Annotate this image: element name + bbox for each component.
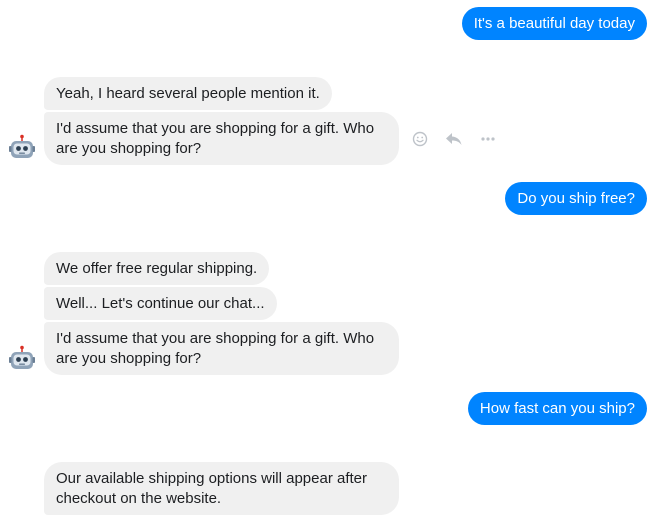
incoming-message[interactable]: Well... Let's continue our chat... bbox=[44, 287, 277, 320]
outgoing-message[interactable]: Do you ship free? bbox=[505, 182, 647, 215]
reply-arrow-icon bbox=[446, 133, 462, 145]
outgoing-message[interactable]: It's a beautiful day today bbox=[461, 7, 647, 40]
more-button[interactable] bbox=[476, 127, 500, 151]
robot-icon bbox=[9, 134, 35, 158]
incoming-message[interactable]: We offer free regular shipping. bbox=[44, 252, 270, 285]
more-dots-icon bbox=[481, 137, 495, 141]
incoming-message[interactable]: Our available shipping options will appe… bbox=[44, 462, 399, 515]
message-actions bbox=[408, 127, 510, 151]
incoming-message[interactable]: Yeah, I heard several people mention it. bbox=[44, 77, 332, 110]
bot-avatar bbox=[8, 134, 36, 162]
incoming-message[interactable]: I'd assume that you are shopping for a g… bbox=[44, 322, 399, 375]
incoming-message[interactable]: I'd assume that you are shopping for a g… bbox=[44, 112, 399, 165]
bot-avatar bbox=[8, 345, 36, 373]
smiley-icon bbox=[412, 131, 428, 147]
robot-icon bbox=[9, 345, 35, 369]
reply-button[interactable] bbox=[442, 127, 466, 151]
chat-thread: It's a beautiful day today Yeah, I heard… bbox=[0, 0, 661, 518]
react-button[interactable] bbox=[408, 127, 432, 151]
outgoing-message[interactable]: How fast can you ship? bbox=[467, 392, 647, 425]
